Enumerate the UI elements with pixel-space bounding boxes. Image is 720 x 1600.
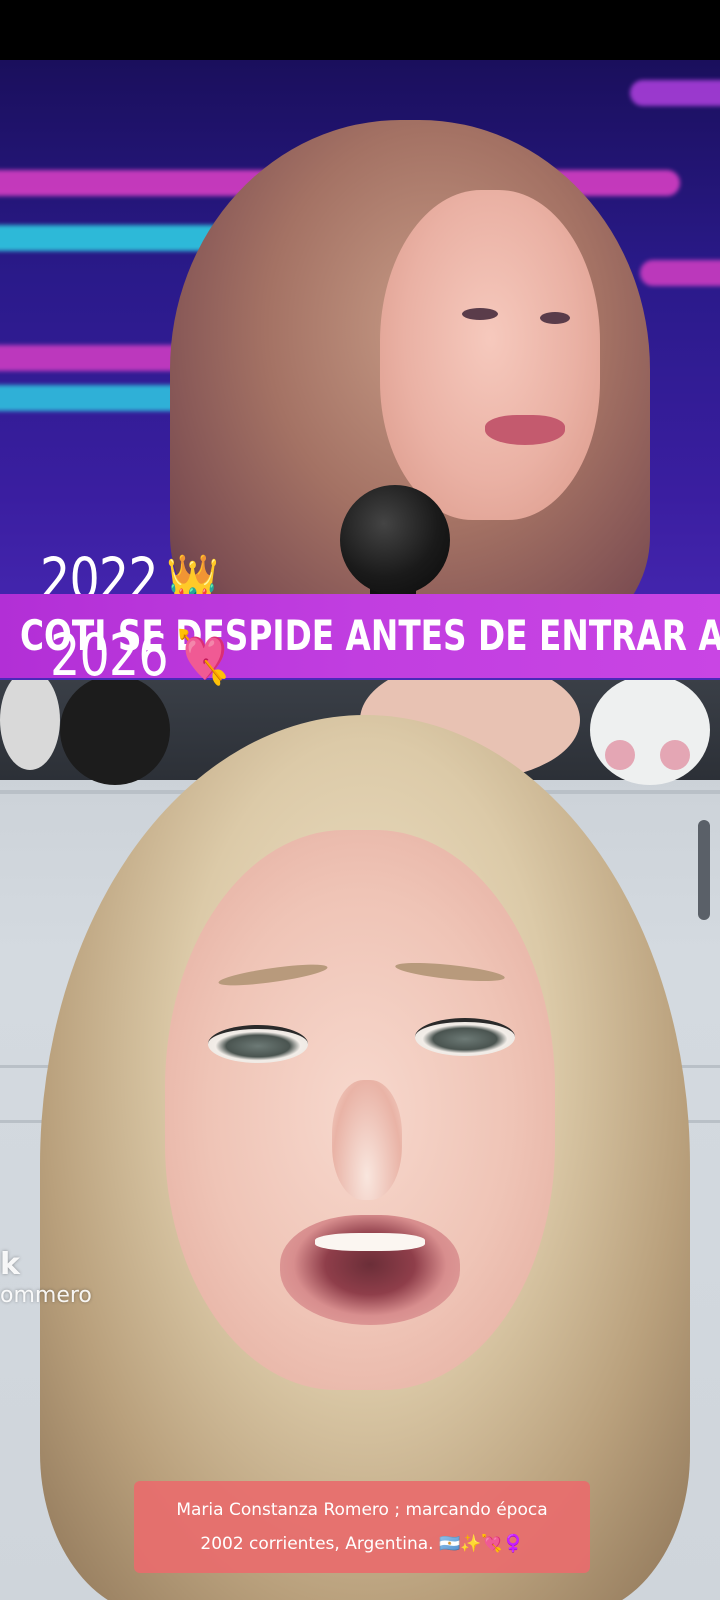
status-bar	[0, 0, 720, 60]
person-eye	[540, 312, 570, 324]
person-mouth	[280, 1215, 460, 1325]
plush-toy	[590, 680, 710, 785]
stage-light-stripe	[640, 260, 720, 286]
caption-line-1: Maria Constanza Romero ; marcando época	[176, 1500, 548, 1520]
person-eye	[462, 308, 498, 320]
microphone-icon	[340, 485, 450, 595]
caption-line-2: 2002 corrientes, Argentina. 🇦🇷✨💘♀️	[200, 1534, 524, 1554]
year-2026-overlay: 2026 💘	[50, 620, 229, 693]
heart-arrow-icon: 💘	[175, 628, 229, 688]
person-teeth	[315, 1233, 425, 1251]
plush-toy	[660, 740, 690, 770]
plush-toy	[60, 680, 170, 785]
watermark-logo: k	[0, 1247, 20, 1282]
person-eye	[208, 1025, 308, 1063]
top-video-panel: 2022 👑 COTI SE DESPIDE ANTES DE ENTRAR A …	[0, 60, 720, 680]
person-face	[380, 190, 600, 520]
video-screen[interactable]: 2022 👑 COTI SE DESPIDE ANTES DE ENTRAR A …	[0, 0, 720, 1600]
person-lips	[485, 415, 565, 445]
caption-box: Maria Constanza Romero ; marcando época …	[134, 1481, 590, 1573]
cabinet-handle	[698, 820, 710, 920]
person-eye	[415, 1018, 515, 1056]
person-nose	[332, 1080, 402, 1200]
stage-light-stripe	[630, 80, 720, 106]
bottom-video-panel	[0, 680, 720, 1600]
tiktok-watermark: k ommero	[0, 1248, 92, 1310]
plush-toy	[605, 740, 635, 770]
watermark-handle: ommero	[0, 1283, 92, 1308]
year-text: 2026	[50, 621, 169, 689]
